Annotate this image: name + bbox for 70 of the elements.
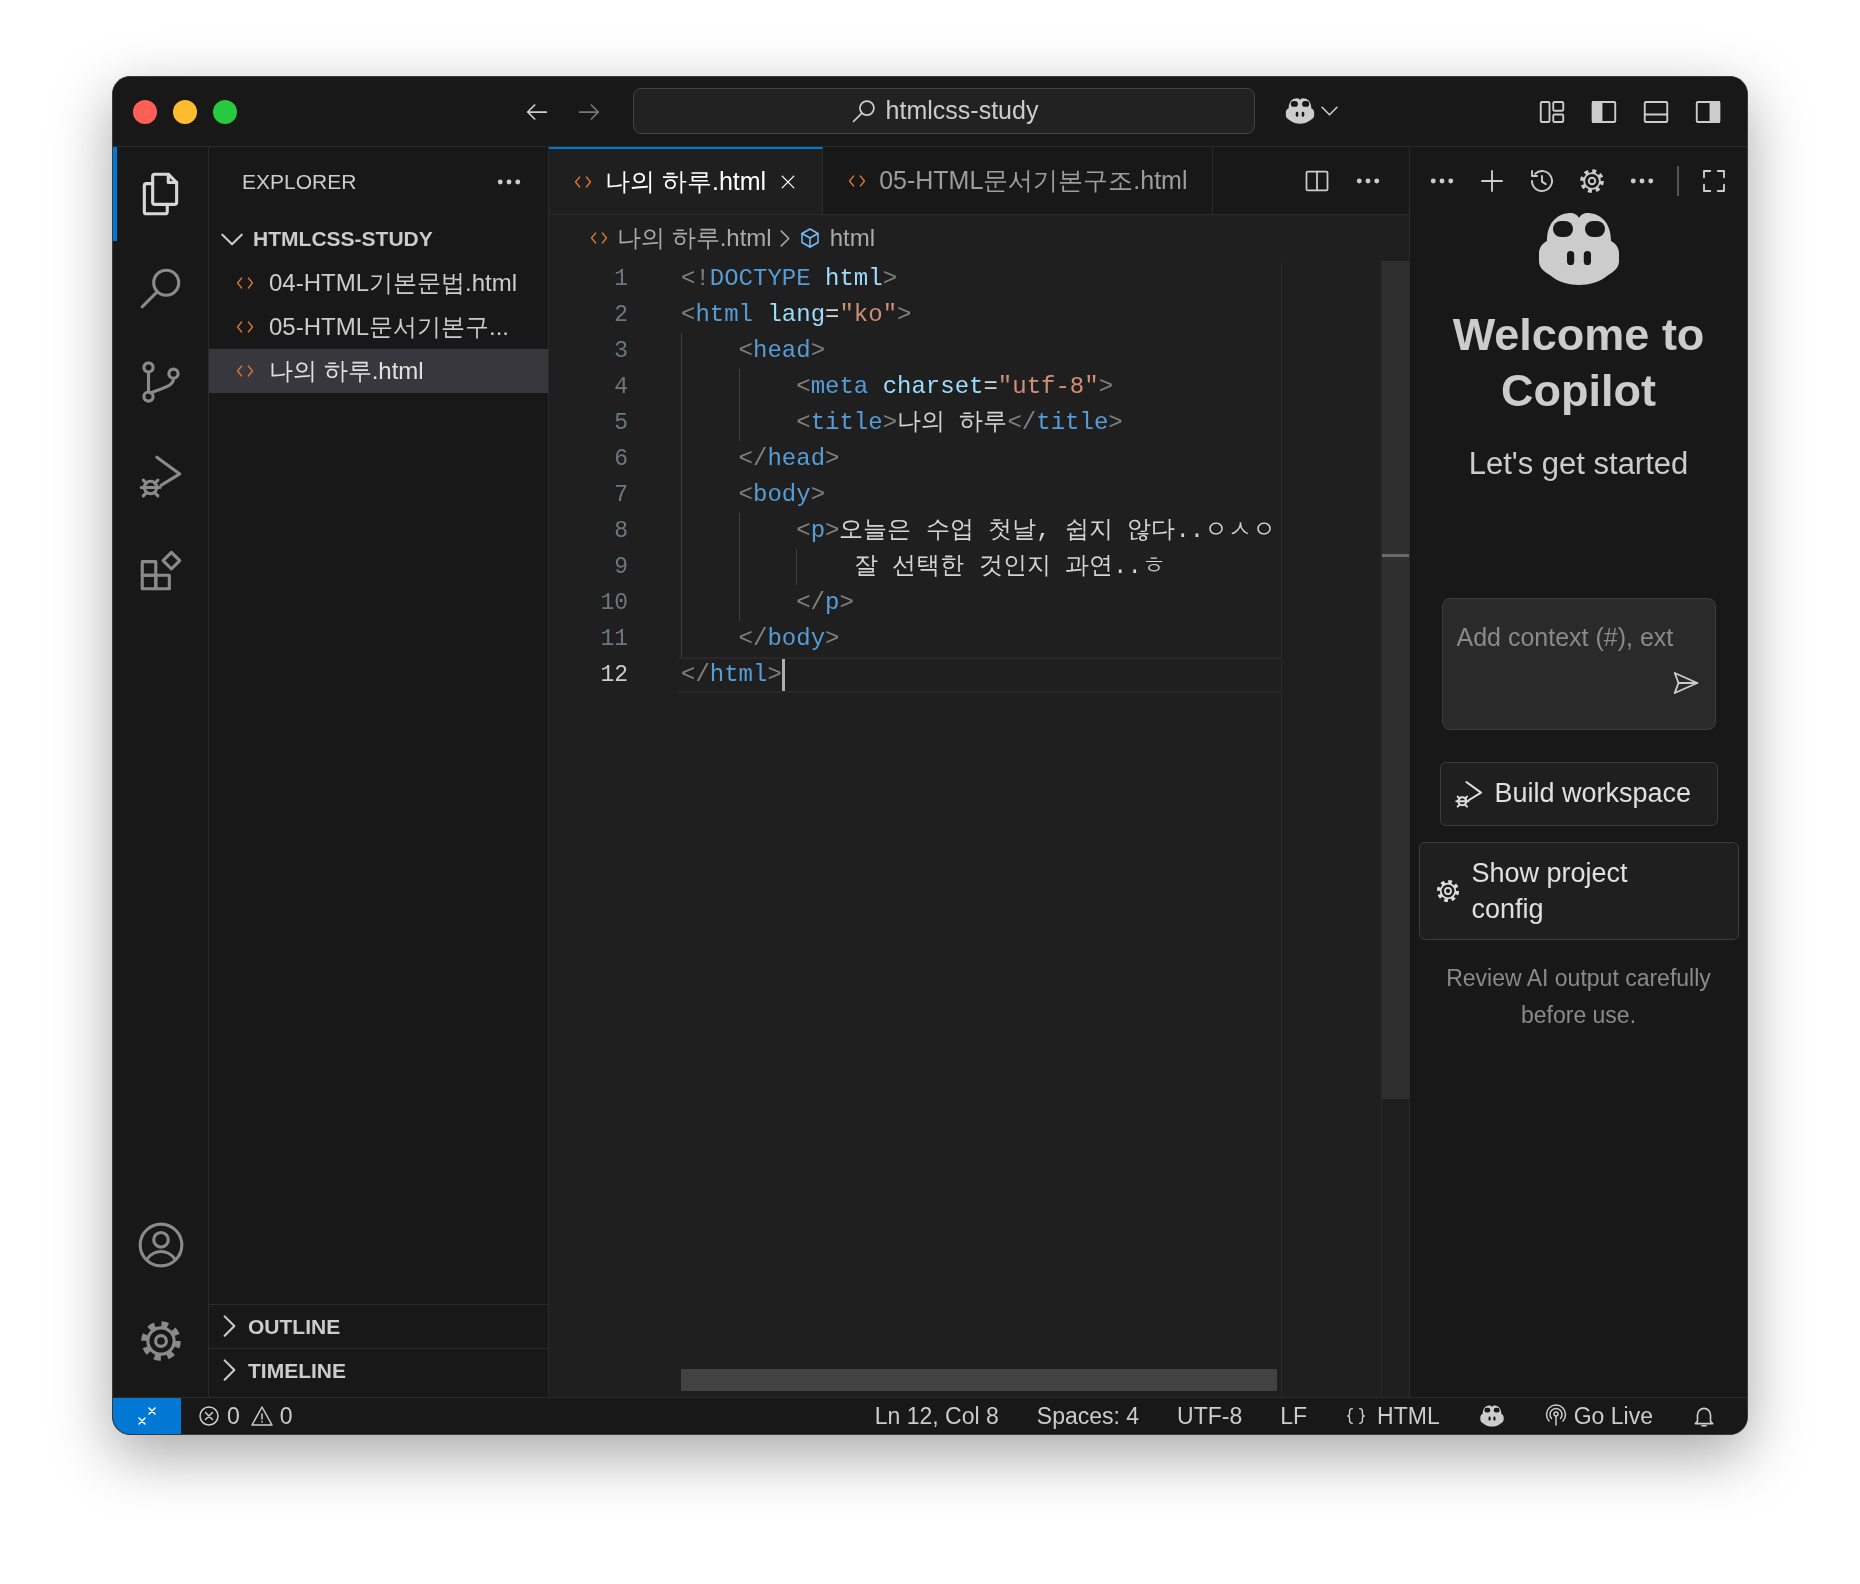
settings-icon[interactable] xyxy=(1577,166,1607,196)
code-line: </body> xyxy=(737,624,840,654)
command-center-search[interactable]: htmlcss-study xyxy=(633,88,1255,134)
code-line: <meta charset="utf-8"> xyxy=(795,372,1114,402)
chevron-right-icon xyxy=(779,229,790,247)
line-number: 11 xyxy=(600,625,628,654)
language-button[interactable]: HTML xyxy=(1345,1398,1440,1434)
line-number: 2 xyxy=(614,301,628,330)
line-number: 3 xyxy=(614,337,628,366)
sidebar-title: EXPLORER xyxy=(242,169,357,196)
editor-tab[interactable]: 05-HTML문서기본구조.html xyxy=(823,147,1213,214)
status-item[interactable]: Spaces: 4 xyxy=(1036,1398,1140,1434)
chevron-right-icon[interactable] xyxy=(223,1359,236,1382)
broadcast-icon xyxy=(1543,1404,1568,1428)
status-item[interactable]: LF xyxy=(1280,1398,1308,1434)
line-number: 7 xyxy=(614,481,628,510)
warning-icon xyxy=(249,1404,274,1428)
section-header[interactable]: TIMELINE xyxy=(209,1348,548,1392)
welcome-title: Welcome to Copilot xyxy=(1451,308,1706,418)
remote-icon xyxy=(135,1404,159,1428)
chat-input[interactable]: Add context (#), ext xyxy=(1456,618,1701,656)
code-line: </html> xyxy=(681,660,782,690)
file-item[interactable]: 나의 하루.html xyxy=(209,349,548,393)
minimize-window-button[interactable] xyxy=(173,100,197,124)
section-header[interactable]: OUTLINE xyxy=(209,1304,548,1348)
error-icon xyxy=(197,1404,221,1428)
braces-icon xyxy=(1345,1405,1368,1427)
status-item[interactable]: Ln 12, Col 8 xyxy=(874,1398,999,1434)
chat-action-button[interactable]: Build workspace xyxy=(1439,761,1718,826)
code-line: <!DOCTYPE html> xyxy=(681,264,898,294)
breadcrumb-item[interactable]: html xyxy=(797,220,876,256)
close-window-button[interactable] xyxy=(133,100,157,124)
horizontal-scrollbar[interactable] xyxy=(681,1369,1277,1391)
line-number: 8 xyxy=(614,517,628,546)
go-live-button[interactable]: Go Live xyxy=(1543,1398,1653,1434)
welcome-subtitle: Let's get started xyxy=(1468,445,1689,483)
code-line: <p>오늘은 수업 첫날, 쉽지 않다..ㅇㅅㅇ xyxy=(795,516,1277,546)
code-line: <body> xyxy=(737,480,826,510)
code-line: </head> xyxy=(737,444,840,474)
line-number: 9 xyxy=(614,553,628,582)
chat-action-button[interactable]: Show project config xyxy=(1418,841,1739,940)
file-item[interactable]: 05-HTML문서기본구... xyxy=(209,305,548,349)
code-line: <head> xyxy=(737,336,826,366)
code-line: <html lang="ko"> xyxy=(681,300,912,330)
error-count: 0 xyxy=(227,1401,240,1431)
editor-tab[interactable]: 나의 하루.html xyxy=(549,147,824,214)
breadcrumb-item[interactable]: 나의 하루.html xyxy=(589,220,772,256)
code-line: <title>나의 하루</title> xyxy=(795,408,1123,438)
code-line: 잘 선택한 것인지 과연..ㅎ xyxy=(852,552,1166,582)
scrollbar[interactable] xyxy=(1381,261,1409,1397)
chevron-down-icon[interactable] xyxy=(221,232,244,246)
disclaimer-text: Review AI output carefully before use. xyxy=(1445,963,1712,1030)
line-number: 1 xyxy=(614,265,628,294)
folder-header[interactable]: HTMLCSS-STUDY xyxy=(209,217,548,261)
code-line: </p> xyxy=(795,588,854,618)
scrollbar-thumb[interactable] xyxy=(1382,261,1409,1099)
line-number: 5 xyxy=(614,409,628,438)
line-number: 4 xyxy=(614,373,628,402)
chevron-down-icon[interactable] xyxy=(1321,106,1338,116)
text-cursor xyxy=(781,659,785,691)
chevron-right-icon[interactable] xyxy=(223,1315,236,1338)
line-number: 12 xyxy=(600,661,628,690)
remote-button[interactable] xyxy=(113,1398,181,1434)
zoom-window-button[interactable] xyxy=(213,100,237,124)
warning-count: 0 xyxy=(279,1401,293,1431)
file-item[interactable]: 04-HTML기본문법.html xyxy=(209,261,548,305)
problems-button[interactable]: 0 0 xyxy=(197,1398,293,1434)
line-number: 10 xyxy=(600,589,628,618)
status-item[interactable]: UTF-8 xyxy=(1177,1398,1243,1434)
line-number: 6 xyxy=(614,445,628,474)
